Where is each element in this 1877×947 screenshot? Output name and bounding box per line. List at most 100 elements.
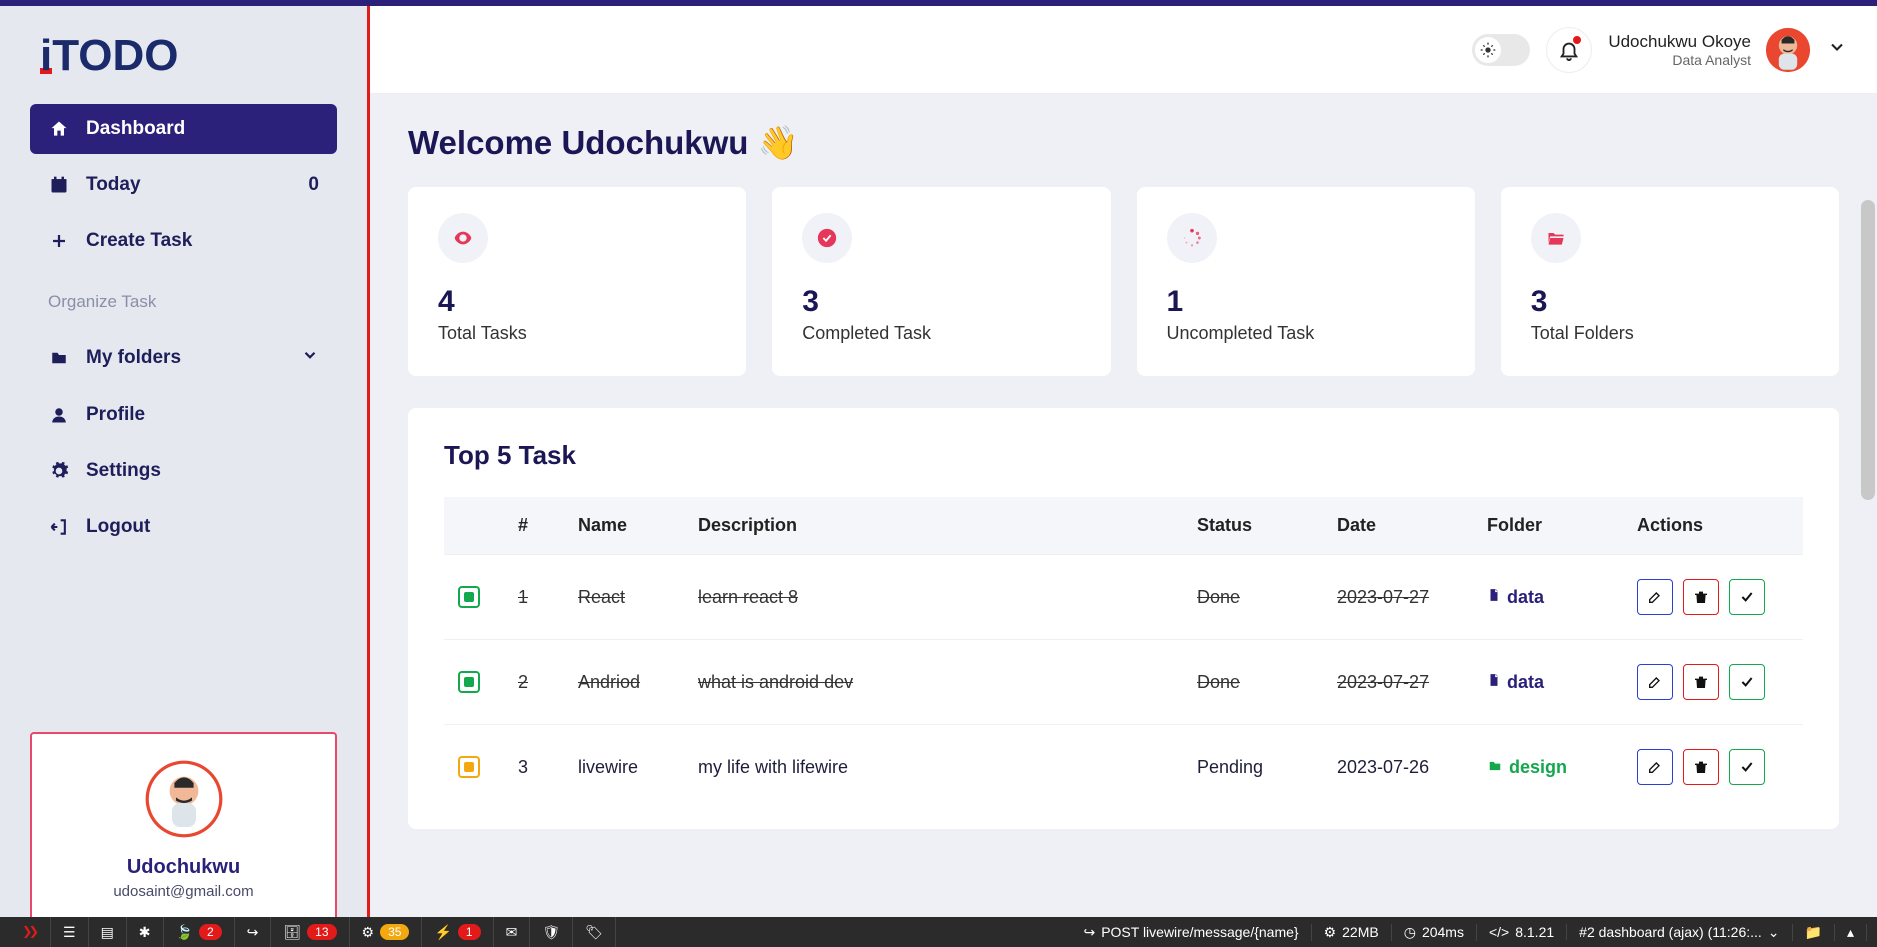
- task-index: 2: [504, 640, 564, 725]
- edit-button[interactable]: [1637, 664, 1673, 700]
- sidebar-item-label: Logout: [86, 516, 150, 538]
- stat-card-completed: 3 Completed Task: [772, 187, 1110, 376]
- stat-value: 3: [802, 285, 1080, 319]
- queries-icon[interactable]: 🗄 13: [271, 917, 349, 947]
- spinner-icon: [1167, 213, 1217, 263]
- stat-label: Total Folders: [1531, 323, 1809, 344]
- debugbar[interactable]: ☰ ▤ ✱ 🍃 2 ↪ 🗄 13 ⚙ 35 ⚡ 1 ✉ 🛡 🏷 ↪ POST l…: [0, 917, 1877, 947]
- delete-button[interactable]: [1683, 579, 1719, 615]
- task-folder[interactable]: data: [1473, 640, 1623, 725]
- sidebar-item-label: My folders: [86, 347, 181, 369]
- theme-toggle[interactable]: [1472, 34, 1530, 66]
- route-icon[interactable]: ↪: [235, 917, 272, 947]
- chevron-down-icon: [301, 346, 319, 370]
- table-row: 3livewiremy life with lifewirePending202…: [444, 725, 1803, 810]
- today-count: 0: [308, 174, 319, 196]
- task-date: 2023-07-27: [1323, 555, 1473, 640]
- scrollbar[interactable]: [1861, 200, 1875, 500]
- brand-logo: iTODO: [0, 6, 367, 104]
- sidebar-section-label: Organize Task: [0, 272, 367, 332]
- task-index: 1: [504, 555, 564, 640]
- session-icon[interactable]: 🏷: [573, 917, 616, 947]
- gate-icon[interactable]: 🛡: [530, 917, 573, 947]
- sidebar-item-label: Profile: [86, 404, 145, 426]
- task-date: 2023-07-27: [1323, 640, 1473, 725]
- col-actions: Actions: [1623, 497, 1803, 555]
- task-checkbox[interactable]: [458, 756, 480, 778]
- debug-memory[interactable]: ⚙ 22MB: [1312, 924, 1392, 941]
- task-name: livewire: [564, 725, 684, 810]
- livewire-icon[interactable]: ⚡ 1: [422, 917, 493, 947]
- sidebar-item-label: Create Task: [86, 230, 192, 252]
- sidebar-item-profile[interactable]: Profile: [30, 390, 337, 440]
- models-icon[interactable]: ⚙ 35: [350, 917, 423, 947]
- task-desc: my life with lifewire: [684, 725, 1183, 810]
- folder-icon: [1487, 587, 1501, 607]
- header-user-info: Udochukwu Okoye Data Analyst: [1608, 32, 1751, 68]
- stat-label: Total Tasks: [438, 323, 716, 344]
- complete-button[interactable]: [1729, 749, 1765, 785]
- user-icon: [48, 405, 70, 425]
- sidebar-item-label: Dashboard: [86, 118, 185, 140]
- sidebar-item-dashboard[interactable]: Dashboard: [30, 104, 337, 154]
- task-desc: what is android dev: [684, 640, 1183, 725]
- debug-up-icon[interactable]: ▴: [1835, 924, 1867, 941]
- delete-button[interactable]: [1683, 664, 1719, 700]
- task-desc: learn react 8: [684, 555, 1183, 640]
- panel-title: Top 5 Task: [444, 440, 1803, 471]
- debug-folder-icon[interactable]: 📁: [1793, 924, 1835, 941]
- header: Udochukwu Okoye Data Analyst: [370, 6, 1877, 94]
- user-card-name: Udochukwu: [52, 856, 315, 879]
- top-tasks-panel: Top 5 Task # Name Description Status Dat…: [408, 408, 1839, 829]
- col-date: Date: [1323, 497, 1473, 555]
- laravel-icon[interactable]: [10, 917, 51, 947]
- sidebar-item-my-folders[interactable]: My folders: [30, 332, 337, 384]
- stat-value: 1: [1167, 285, 1445, 319]
- debug-current[interactable]: #2 dashboard (ajax) (11:26:... ⌄: [1567, 924, 1792, 941]
- timeline-icon[interactable]: ▤: [89, 917, 127, 947]
- complete-button[interactable]: [1729, 664, 1765, 700]
- debug-route[interactable]: ↪ POST livewire/message/{name}: [1071, 924, 1311, 941]
- chevron-down-icon: ⌄: [1768, 924, 1780, 941]
- stat-label: Uncompleted Task: [1167, 323, 1445, 344]
- task-checkbox[interactable]: [458, 586, 480, 608]
- task-date: 2023-07-26: [1323, 725, 1473, 810]
- sidebar-item-today[interactable]: Today 0: [30, 160, 337, 210]
- header-user-name: Udochukwu Okoye: [1608, 32, 1751, 52]
- svg-text:iTODO: iTODO: [40, 31, 179, 80]
- avatar[interactable]: [1765, 27, 1811, 73]
- col-hash: #: [504, 497, 564, 555]
- sidebar-item-logout[interactable]: Logout: [30, 502, 337, 552]
- task-folder[interactable]: design: [1473, 725, 1623, 810]
- complete-button[interactable]: [1729, 579, 1765, 615]
- task-folder[interactable]: data: [1473, 555, 1623, 640]
- folder-icon: [1487, 757, 1503, 777]
- delete-button[interactable]: [1683, 749, 1719, 785]
- user-menu-toggle[interactable]: [1827, 37, 1847, 62]
- sidebar-item-settings[interactable]: Settings: [30, 446, 337, 496]
- views-icon[interactable]: 🍃 2: [164, 917, 235, 947]
- edit-button[interactable]: [1637, 579, 1673, 615]
- mail-icon[interactable]: ✉: [494, 917, 531, 947]
- stat-card-folders: 3 Total Folders: [1501, 187, 1839, 376]
- col-desc: Description: [684, 497, 1183, 555]
- notifications-button[interactable]: [1546, 27, 1592, 73]
- user-card-email: udosaint@gmail.com: [52, 883, 315, 900]
- table-header-row: # Name Description Status Date Folder Ac…: [444, 497, 1803, 555]
- logout-icon: [48, 517, 70, 537]
- user-card: Udochukwu udosaint@gmail.com: [30, 732, 337, 927]
- edit-button[interactable]: [1637, 749, 1673, 785]
- messages-icon[interactable]: ☰: [51, 917, 89, 947]
- sidebar-item-label: Today: [86, 174, 141, 196]
- gear-icon: [48, 461, 70, 481]
- task-status: Done: [1183, 640, 1323, 725]
- stat-card-uncompleted: 1 Uncompleted Task: [1137, 187, 1475, 376]
- folder-icon: [1487, 672, 1501, 692]
- task-status: Pending: [1183, 725, 1323, 810]
- exceptions-icon[interactable]: ✱: [127, 917, 164, 947]
- debug-time[interactable]: ◷ 204ms: [1392, 924, 1477, 941]
- debug-php[interactable]: </> 8.1.21: [1477, 924, 1567, 940]
- tasks-table: # Name Description Status Date Folder Ac…: [444, 497, 1803, 809]
- task-checkbox[interactable]: [458, 671, 480, 693]
- sidebar-item-create-task[interactable]: Create Task: [30, 216, 337, 266]
